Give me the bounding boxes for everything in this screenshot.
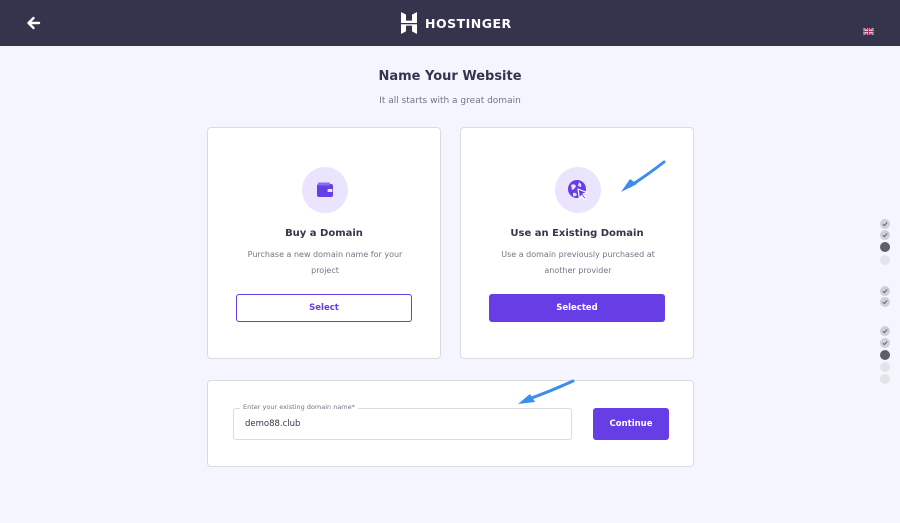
top-bar: HOSTINGER <box>0 0 900 46</box>
uk-flag-icon[interactable] <box>862 20 875 36</box>
page-title: Name Your Website <box>378 69 522 84</box>
existing-domain-description: Use a domain previously purchased at ano… <box>501 250 655 275</box>
annotation-arrow-icon <box>518 379 575 404</box>
progress-step-todo <box>880 362 890 372</box>
select-button[interactable]: Select <box>236 294 412 322</box>
domain-field-label: Enter your existing domain name* <box>240 403 358 411</box>
existing-domain-title: Use an Existing Domain <box>510 228 644 239</box>
progress-step-todo <box>880 374 890 384</box>
progress-step-done <box>880 338 890 348</box>
hostinger-logo[interactable]: HOSTINGER <box>400 12 512 34</box>
domain-input[interactable] <box>245 419 545 429</box>
progress-step-done <box>880 286 890 296</box>
hostinger-logo-icon <box>401 12 417 34</box>
progress-step-done <box>880 297 890 307</box>
selected-button[interactable]: Selected <box>489 294 665 322</box>
wallet-icon <box>302 167 348 213</box>
back-arrow-icon[interactable] <box>24 13 44 33</box>
annotation-arrow-icon <box>621 160 666 192</box>
progress-step-current <box>880 350 890 360</box>
domain-input-card: Enter your existing domain name* Continu… <box>207 380 694 467</box>
page-subtitle: It all starts with a great domain <box>379 96 521 106</box>
brand-name: HOSTINGER <box>425 15 512 31</box>
progress-step-done <box>880 230 890 240</box>
buy-domain-card[interactable]: Buy a Domain Purchase a new domain name … <box>207 127 441 359</box>
progress-step-todo <box>880 255 890 265</box>
domain-field[interactable]: Enter your existing domain name* <box>233 403 572 440</box>
progress-step-done <box>880 219 890 229</box>
buy-domain-title: Buy a Domain <box>285 228 363 239</box>
continue-button[interactable]: Continue <box>593 408 669 440</box>
globe-cursor-icon <box>555 167 601 213</box>
buy-domain-description: Purchase a new domain name for your proj… <box>247 250 403 275</box>
progress-step-current <box>880 242 890 252</box>
progress-step-done <box>880 326 890 336</box>
